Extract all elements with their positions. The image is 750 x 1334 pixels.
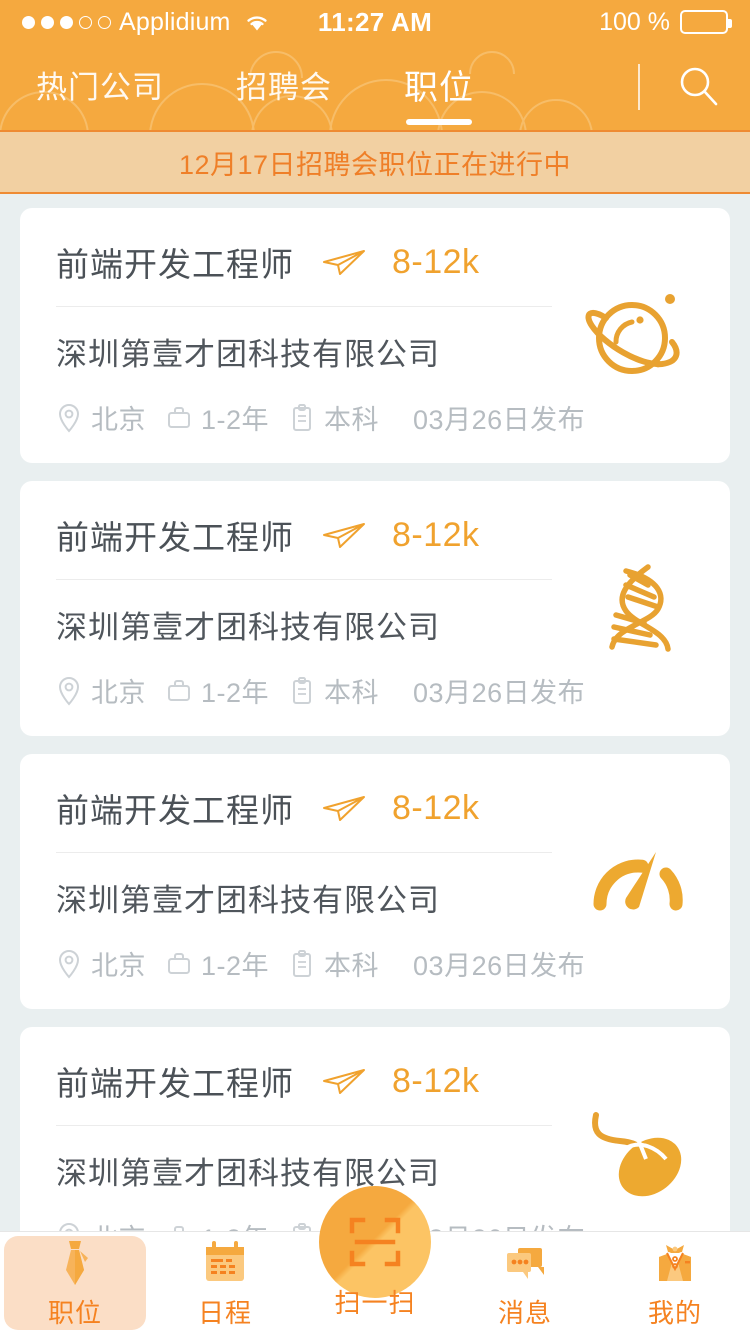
job-location: 北京 xyxy=(56,671,146,710)
nav-tab-hot-companies[interactable]: 热门公司 xyxy=(36,62,164,113)
calendar-icon xyxy=(199,1237,251,1289)
nav-tab-job-fair[interactable]: 招聘会 xyxy=(236,62,332,113)
job-posted-date: 03月26日发布 xyxy=(413,951,586,981)
job-list[interactable]: 前端开发工程师 8-12k 深圳第壹才团科技有限公司 北京 1-2年 本科 03… xyxy=(0,196,750,1334)
paper-plane-icon xyxy=(322,793,366,823)
job-posted-date: 03月26日发布 xyxy=(413,405,586,435)
active-tab-underline xyxy=(406,118,472,125)
job-salary: 8-12k xyxy=(392,1061,480,1100)
job-title: 前端开发工程师 xyxy=(56,519,294,556)
tab-label: 扫一扫 xyxy=(334,1288,416,1318)
tab-scan[interactable]: 扫一扫 xyxy=(300,1186,450,1334)
map-pin-icon xyxy=(56,403,82,433)
job-education: 本科 xyxy=(289,671,379,710)
job-meta-row: 北京 1-2年 本科 03月26日发布 xyxy=(56,944,702,983)
planet-icon xyxy=(582,280,694,392)
card-divider xyxy=(56,579,552,580)
battery-full-icon xyxy=(680,10,732,34)
job-posted-date: 03月26日发布 xyxy=(413,678,586,708)
scan-icon[interactable] xyxy=(319,1186,431,1298)
job-education: 本科 xyxy=(289,398,379,437)
tab-label: 我的 xyxy=(647,1297,702,1328)
job-experience-label: 1-2年 xyxy=(201,951,270,981)
briefcase-icon xyxy=(166,676,192,706)
job-experience-label: 1-2年 xyxy=(201,678,270,708)
job-education-label: 本科 xyxy=(324,678,380,708)
briefcase-icon xyxy=(166,949,192,979)
nav-divider xyxy=(638,64,640,110)
job-location: 北京 xyxy=(56,944,146,983)
job-experience: 1-2年 xyxy=(166,671,269,710)
job-experience: 1-2年 xyxy=(166,944,269,983)
status-bar-right: 100 % xyxy=(599,7,732,37)
bottom-tab-bar: 职位 日程 扫一扫 消息 我的 xyxy=(0,1186,750,1334)
clipboard-icon xyxy=(289,949,315,979)
card-divider xyxy=(56,852,552,853)
card-divider xyxy=(56,306,552,307)
notice-banner-text: 12月17日招聘会职位正在进行中 xyxy=(178,149,572,180)
nav-right-actions xyxy=(638,44,750,130)
mouse-icon xyxy=(582,1099,694,1211)
job-card[interactable]: 前端开发工程师 8-12k 深圳第壹才团科技有限公司 北京 xyxy=(20,754,730,1009)
job-salary: 8-12k xyxy=(392,788,480,827)
nav-tab-label: 招聘会 xyxy=(236,69,332,105)
nav-tab-label: 热门公司 xyxy=(36,69,164,105)
clipboard-icon xyxy=(289,403,315,433)
search-icon[interactable] xyxy=(676,64,722,110)
map-pin-icon xyxy=(56,676,82,706)
tab-positions[interactable]: 职位 xyxy=(0,1232,150,1334)
speedometer-icon xyxy=(582,826,694,938)
top-navigation-bar: 热门公司 招聘会 职位 xyxy=(0,44,750,132)
tab-label: 消息 xyxy=(497,1297,552,1328)
job-location: 北京 xyxy=(56,398,146,437)
job-title: 前端开发工程师 xyxy=(56,1065,294,1102)
tab-profile[interactable]: 我的 xyxy=(600,1232,750,1334)
job-experience-label: 1-2年 xyxy=(201,405,270,435)
job-salary: 8-12k xyxy=(392,515,480,554)
job-location-label: 北京 xyxy=(91,678,146,708)
nav-tab-label: 职位 xyxy=(404,68,474,107)
nav-tab-positions[interactable]: 职位 xyxy=(404,60,474,125)
job-salary: 8-12k xyxy=(392,242,480,281)
briefcase-icon xyxy=(166,403,192,433)
notice-banner[interactable]: 12月17日招聘会职位正在进行中 xyxy=(0,132,750,194)
battery-percent-label: 100 % xyxy=(599,7,670,36)
necktie-icon xyxy=(49,1237,101,1289)
map-pin-icon xyxy=(56,949,82,979)
paper-plane-icon xyxy=(322,1066,366,1096)
job-location-label: 北京 xyxy=(91,951,146,981)
chat-bubbles-icon xyxy=(499,1237,551,1289)
tab-label: 日程 xyxy=(197,1297,252,1328)
job-card[interactable]: 前端开发工程师 8-12k 深圳第壹才团科技有限公司 北京 xyxy=(20,208,730,463)
card-divider xyxy=(56,1125,552,1126)
clipboard-icon xyxy=(289,676,315,706)
tab-schedule[interactable]: 日程 xyxy=(150,1232,300,1334)
status-bar: Applidium 11:27 AM 100 % xyxy=(0,0,750,44)
tuxedo-icon xyxy=(649,1237,701,1289)
job-meta-row: 北京 1-2年 本科 03月26日发布 xyxy=(56,671,702,710)
job-card[interactable]: 前端开发工程师 8-12k 深圳第壹才团科技有限公司 北京 xyxy=(20,481,730,736)
tab-label: 职位 xyxy=(47,1297,102,1328)
app-root: Applidium 11:27 AM 100 % 热门公司 招聘会 职位 12月… xyxy=(0,0,750,1334)
dna-icon xyxy=(582,553,694,665)
paper-plane-icon xyxy=(322,520,366,550)
job-title: 前端开发工程师 xyxy=(56,246,294,283)
job-location-label: 北京 xyxy=(91,405,146,435)
nav-tab-list: 热门公司 招聘会 职位 xyxy=(0,44,638,130)
paper-plane-icon xyxy=(322,247,366,277)
job-title: 前端开发工程师 xyxy=(56,792,294,829)
tab-messages[interactable]: 消息 xyxy=(450,1232,600,1334)
job-experience: 1-2年 xyxy=(166,398,269,437)
job-meta-row: 北京 1-2年 本科 03月26日发布 xyxy=(56,398,702,437)
job-education: 本科 xyxy=(289,944,379,983)
job-education-label: 本科 xyxy=(324,951,380,981)
job-education-label: 本科 xyxy=(324,405,380,435)
